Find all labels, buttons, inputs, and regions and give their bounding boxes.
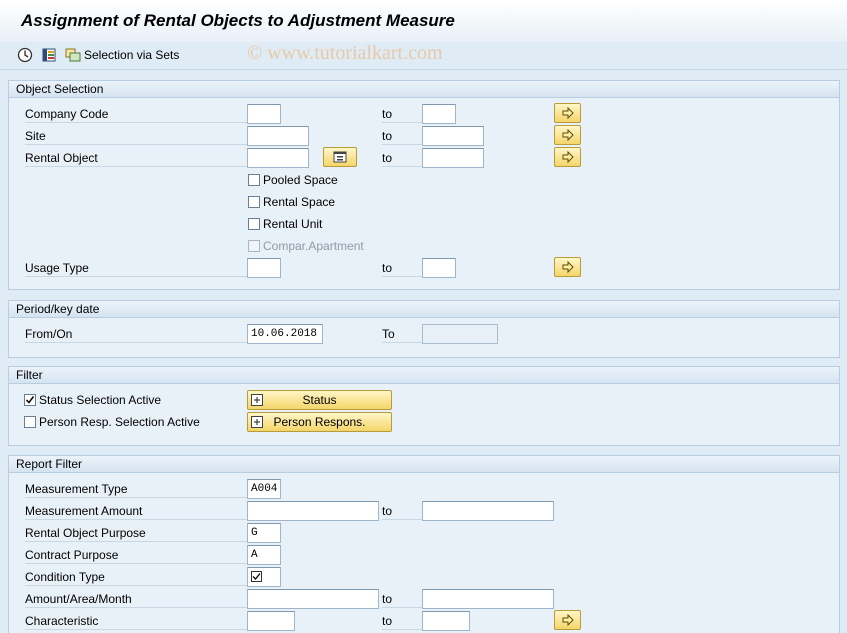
filter-group: Filter Status Selection Active Person Re… — [8, 366, 840, 446]
title-bar: Assignment of Rental Objects to Adjustme… — [0, 0, 847, 42]
period-to-input — [422, 324, 498, 344]
person-responsible-button-label: Person Respons. — [273, 415, 366, 429]
period-group: Period/key date From/On 10.06.2018 To — [8, 300, 840, 358]
person-resp-selection-label: Person Resp. Selection Active — [39, 415, 200, 429]
filter-header: Filter — [9, 367, 839, 384]
compar-apartment-checkbox — [248, 240, 260, 252]
rental-object-from-input[interactable] — [247, 148, 309, 168]
rental-object-to-input[interactable] — [422, 148, 484, 168]
multiple-selection-arrow-icon — [562, 614, 574, 626]
rental-object-purpose-input[interactable]: G — [247, 523, 281, 543]
contract-purpose-input[interactable]: A — [247, 545, 281, 565]
measurement-type-label: Measurement Type — [25, 480, 248, 498]
from-on-input[interactable]: 10.06.2018 — [247, 324, 323, 344]
status-button[interactable]: Status — [247, 390, 392, 410]
characteristic-label: Characteristic — [25, 612, 248, 630]
amount-area-month-label: Amount/Area/Month — [25, 590, 248, 608]
measurement-amount-to-label: to — [382, 502, 422, 520]
company-code-to-input[interactable] — [422, 104, 456, 124]
usage-type-to-label: to — [382, 259, 422, 277]
characteristic-to-label: to — [382, 612, 422, 630]
expand-list-icon — [251, 416, 263, 428]
report-filter-group: Report Filter Measurement Type A004 Meas… — [8, 455, 840, 633]
multiple-selection-arrow-icon — [562, 261, 574, 273]
characteristic-from-input[interactable] — [247, 611, 295, 631]
amount-area-month-to-label: to — [382, 590, 422, 608]
object-selection-header: Object Selection — [9, 81, 839, 98]
usage-type-label: Usage Type — [25, 259, 248, 277]
pooled-space-label: Pooled Space — [263, 173, 338, 187]
amount-area-month-from-input[interactable] — [247, 589, 379, 609]
contract-purpose-label: Contract Purpose — [25, 546, 248, 564]
site-multiple-selection-button[interactable] — [554, 125, 581, 145]
usage-type-from-input[interactable] — [247, 258, 281, 278]
measurement-amount-from-input[interactable] — [247, 501, 379, 521]
checkmark-icon — [25, 396, 35, 404]
site-from-input[interactable] — [247, 126, 309, 146]
measurement-type-input[interactable]: A004 — [247, 479, 281, 499]
pooled-space-checkbox[interactable] — [248, 174, 260, 186]
rental-space-checkbox[interactable] — [248, 196, 260, 208]
from-on-label: From/On — [25, 325, 248, 343]
multiple-selection-arrow-icon — [562, 129, 574, 141]
watermark: © www.tutorialkart.com — [247, 42, 443, 64]
period-header: Period/key date — [9, 301, 839, 318]
measurement-amount-to-input[interactable] — [422, 501, 554, 521]
rental-object-to-label: to — [382, 149, 422, 167]
rental-object-multiple-selection-button[interactable] — [554, 147, 581, 167]
condition-type-label: Condition Type — [25, 568, 248, 586]
site-to-input[interactable] — [422, 126, 484, 146]
characteristic-multiple-selection-button[interactable] — [554, 610, 581, 630]
person-resp-selection-checkbox[interactable] — [24, 416, 36, 428]
selection-sets-icon[interactable] — [65, 47, 81, 63]
amount-area-month-to-input[interactable] — [422, 589, 554, 609]
expand-list-icon — [251, 394, 263, 406]
report-filter-header: Report Filter — [9, 456, 839, 473]
execute-icon[interactable] — [17, 47, 33, 63]
rental-object-matchcode-button[interactable] — [323, 147, 357, 167]
period-to-label: To — [382, 325, 422, 343]
person-responsible-button[interactable]: Person Respons. — [247, 412, 392, 432]
company-code-from-input[interactable] — [247, 104, 281, 124]
object-selection-group: Object Selection Company Code to Site to… — [8, 80, 840, 290]
rental-object-label: Rental Object — [25, 149, 248, 167]
status-button-label: Status — [302, 393, 337, 407]
status-selection-label: Status Selection Active — [39, 393, 162, 407]
rental-unit-checkbox[interactable] — [248, 218, 260, 230]
company-code-multiple-selection-button[interactable] — [554, 103, 581, 123]
site-to-label: to — [382, 127, 422, 145]
condition-type-input[interactable] — [247, 567, 281, 587]
multiple-selection-arrow-icon — [562, 107, 574, 119]
company-code-label: Company Code — [25, 105, 248, 123]
rental-object-purpose-label: Rental Object Purpose — [25, 524, 248, 542]
usage-type-multiple-selection-button[interactable] — [554, 257, 581, 277]
rental-space-label: Rental Space — [263, 195, 336, 209]
page-title: Assignment of Rental Objects to Adjustme… — [21, 11, 455, 30]
status-selection-checkbox[interactable] — [24, 394, 36, 406]
checkbox-icon — [251, 571, 262, 582]
multiple-selection-arrow-icon — [562, 151, 574, 163]
site-label: Site — [25, 127, 248, 145]
matchcode-icon — [333, 151, 347, 163]
company-code-to-label: to — [382, 105, 422, 123]
get-variant-icon[interactable] — [41, 47, 57, 63]
compar-apartment-label: Compar.Apartment — [263, 239, 364, 253]
selection-via-sets-button[interactable]: Selection via Sets — [84, 48, 179, 62]
usage-type-to-input[interactable] — [422, 258, 456, 278]
characteristic-to-input[interactable] — [422, 611, 470, 631]
rental-unit-label: Rental Unit — [263, 217, 323, 231]
measurement-amount-label: Measurement Amount — [25, 502, 248, 520]
